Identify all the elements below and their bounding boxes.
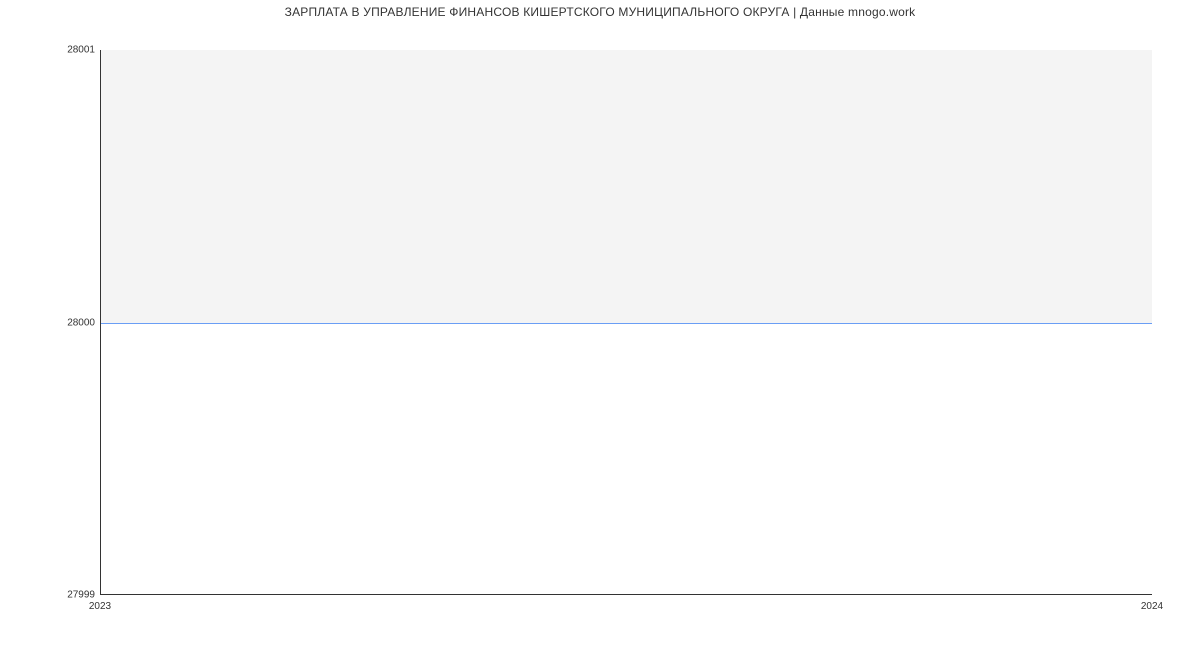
plot-area (100, 50, 1152, 595)
y-tick-label: 27999 (5, 590, 95, 601)
x-tick-label: 2023 (89, 601, 111, 612)
area-fill (101, 50, 1152, 323)
y-tick-label: 28001 (5, 45, 95, 56)
chart-container: ЗАРПЛАТА В УПРАВЛЕНИЕ ФИНАНСОВ КИШЕРТСКО… (0, 0, 1200, 650)
chart-title: ЗАРПЛАТА В УПРАВЛЕНИЕ ФИНАНСОВ КИШЕРТСКО… (0, 5, 1200, 19)
x-tick-label: 2024 (1141, 601, 1163, 612)
data-line (101, 323, 1152, 324)
y-tick-label: 28000 (5, 317, 95, 328)
